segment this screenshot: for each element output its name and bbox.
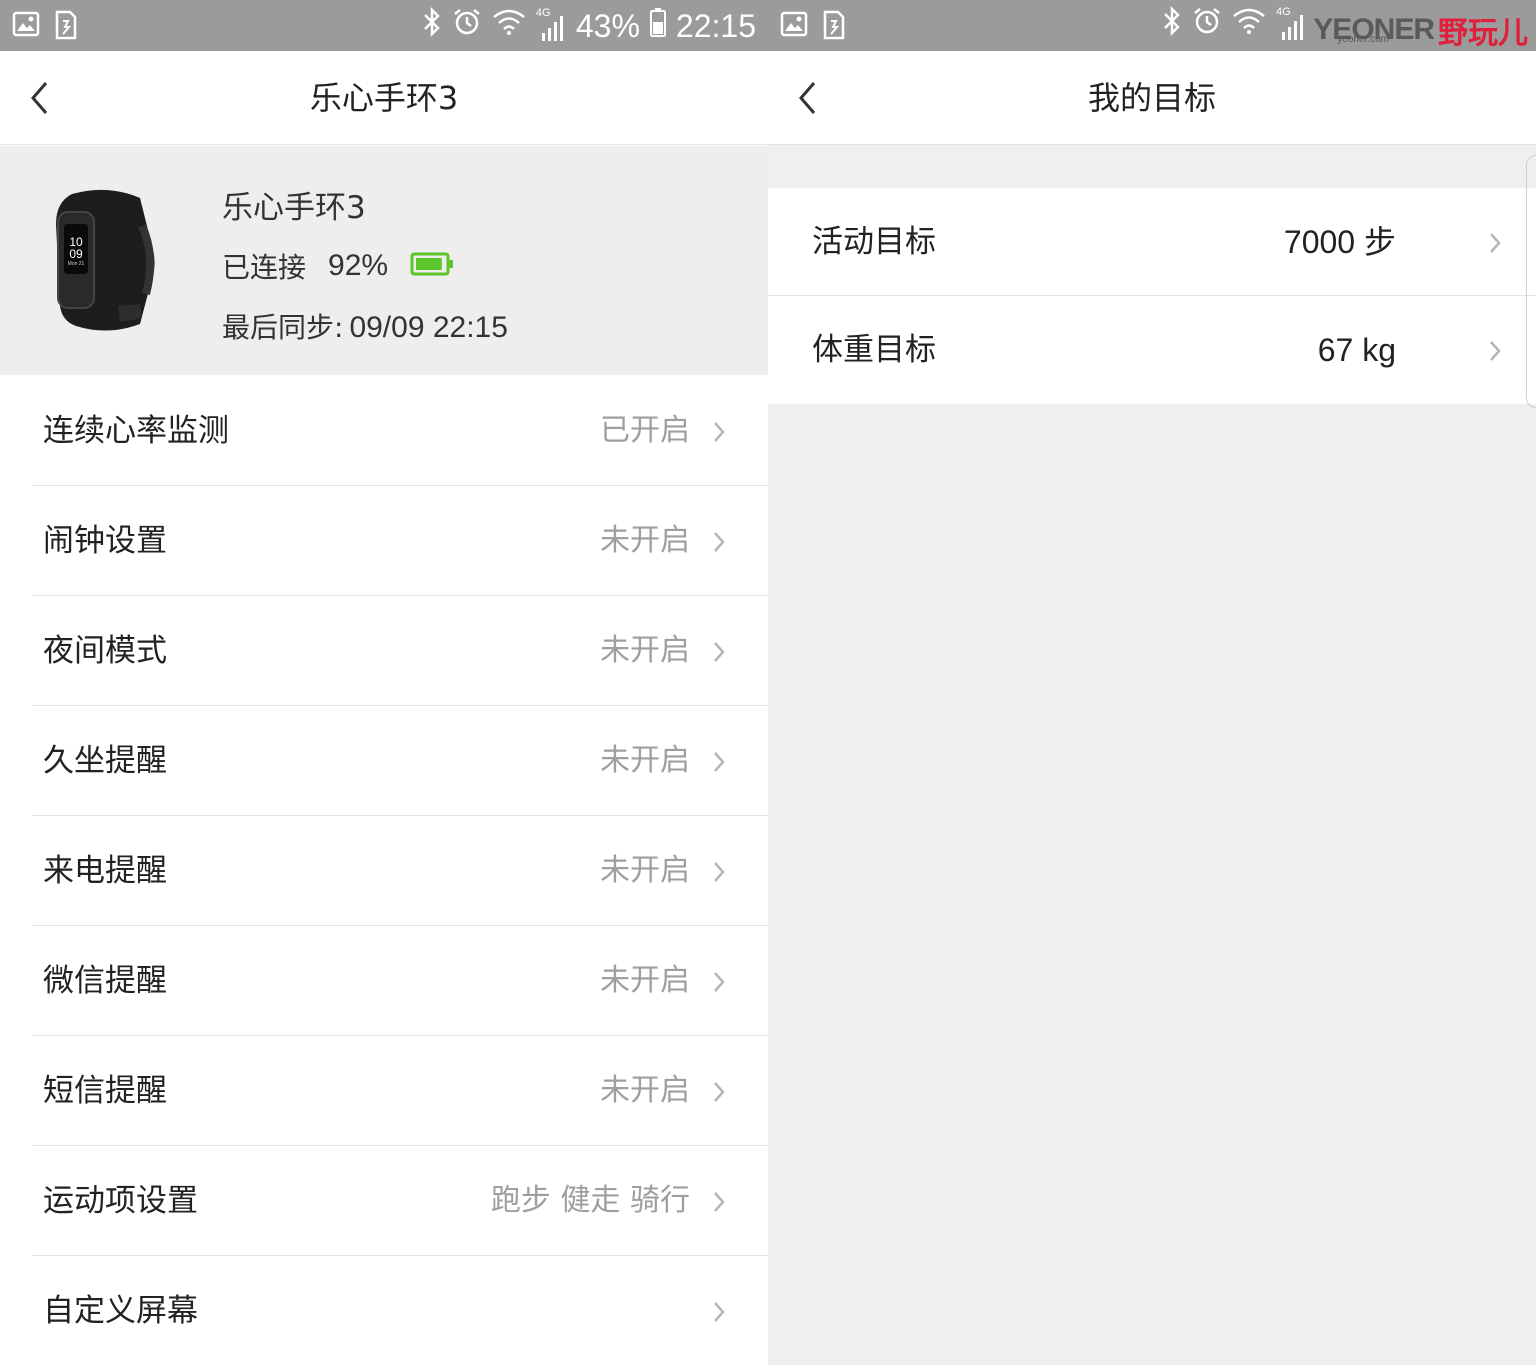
status-bar: 4G YEONER yeoner.com 野玩儿 xyxy=(768,0,1536,51)
signal-4g-icon: 4G xyxy=(536,7,566,43)
bluetooth-icon xyxy=(1162,5,1182,44)
setting-label: 久坐提醒 xyxy=(43,743,167,779)
watermark-domain: yeoner.com xyxy=(1337,34,1389,45)
watermark-chinese: 野玩儿 xyxy=(1438,16,1528,51)
battery-icon xyxy=(649,7,666,45)
setting-label: 运动项设置 xyxy=(43,1183,198,1219)
alarm-icon xyxy=(1192,6,1222,44)
chevron-right-icon xyxy=(714,972,725,992)
setting-label: 闹钟设置 xyxy=(43,523,167,559)
chevron-right-icon xyxy=(714,1302,725,1322)
settings-list: 连续心率监测 已开启 闹钟设置 未开启 夜间模式 未开启 久坐提醒 未开启 来电… xyxy=(0,376,768,1365)
setting-custom-screen[interactable]: 自定义屏幕 xyxy=(32,1256,768,1365)
sim-card-icon xyxy=(54,10,78,44)
setting-value: 未开启 xyxy=(600,633,690,668)
setting-sport-items[interactable]: 运动项设置 跑步 健走 骑行 xyxy=(32,1146,768,1256)
goal-weight[interactable]: 体重目标 67 kg xyxy=(768,296,1536,404)
clock: 22:15 xyxy=(675,8,756,44)
chevron-right-icon xyxy=(714,752,725,772)
setting-value: 未开启 xyxy=(600,1073,690,1108)
chevron-right-icon xyxy=(714,1082,725,1102)
wifi-icon xyxy=(1232,7,1266,43)
goal-value: 67 kg xyxy=(1317,332,1396,368)
band-screen-date: Mon 21 xyxy=(67,261,85,267)
band-screen-minute: 09 xyxy=(69,247,83,261)
page-title: 乐心手环3 xyxy=(309,79,459,117)
setting-label: 微信提醒 xyxy=(43,963,167,999)
battery-percent: 43% xyxy=(575,8,640,44)
band-image: 10 09 Mon 21 xyxy=(48,186,160,336)
chevron-right-icon xyxy=(714,642,725,662)
my-goals-screen: 4G YEONER yeoner.com 野玩儿 我的目标 活动目标 7000 … xyxy=(768,0,1536,1365)
device-battery-percent: 92% xyxy=(328,249,389,282)
setting-call-reminder[interactable]: 来电提醒 未开启 xyxy=(32,816,768,926)
setting-heart-rate[interactable]: 连续心率监测 已开启 xyxy=(32,376,768,486)
alarm-icon xyxy=(452,7,482,45)
gallery-icon xyxy=(12,10,40,44)
battery-level-icon xyxy=(410,250,454,283)
goal-label: 体重目标 xyxy=(812,332,936,368)
status-bar: 4G 43% 22:15 xyxy=(0,0,768,51)
connection-status: 已连接 xyxy=(222,251,307,284)
goals-list: 活动目标 7000 步 体重目标 67 kg xyxy=(768,188,1536,404)
chevron-right-icon xyxy=(1490,233,1501,253)
page-title: 我的目标 xyxy=(1087,79,1216,117)
setting-value: 未开启 xyxy=(600,963,690,998)
sync-label: 最后同步: xyxy=(222,311,344,344)
setting-label: 短信提醒 xyxy=(43,1073,167,1109)
edge-shadow xyxy=(1526,155,1536,408)
chevron-right-icon xyxy=(714,862,725,882)
goal-label: 活动目标 xyxy=(812,224,936,260)
signal-4g-icon: 4G xyxy=(1276,6,1306,42)
gallery-icon xyxy=(780,10,808,44)
app-bar: 我的目标 xyxy=(768,51,1536,145)
watermark: YEONER yeoner.com 野玩儿 xyxy=(1313,8,1528,52)
wifi-icon xyxy=(492,8,526,44)
last-sync: 最后同步: 09/09 22:15 xyxy=(222,306,508,346)
chevron-right-icon xyxy=(714,532,725,552)
bluetooth-icon xyxy=(422,6,442,45)
setting-value: 跑步 健走 骑行 xyxy=(490,1183,690,1218)
setting-value: 未开启 xyxy=(600,853,690,888)
setting-sms-reminder[interactable]: 短信提醒 未开启 xyxy=(32,1036,768,1146)
setting-value: 未开启 xyxy=(600,523,690,558)
setting-label: 连续心率监测 xyxy=(43,413,229,449)
band-settings-screen: 4G 43% 22:15 乐心手环3 10 09 Mon 21 乐心手环3 已连… xyxy=(0,0,768,1365)
app-bar: 乐心手环3 xyxy=(0,51,768,145)
setting-alarm[interactable]: 闹钟设置 未开启 xyxy=(32,486,768,596)
chevron-right-icon xyxy=(1490,341,1501,361)
setting-value: 已开启 xyxy=(600,413,690,448)
setting-label: 自定义屏幕 xyxy=(43,1293,198,1329)
device-status: 已连接 92% xyxy=(222,246,454,286)
setting-night-mode[interactable]: 夜间模式 未开启 xyxy=(32,596,768,706)
sync-time: 09/09 22:15 xyxy=(349,311,508,344)
sim-card-icon xyxy=(822,10,846,44)
setting-label: 来电提醒 xyxy=(43,853,167,889)
device-name: 乐心手环3 xyxy=(222,190,366,226)
setting-wechat-reminder[interactable]: 微信提醒 未开启 xyxy=(32,926,768,1036)
setting-sedentary-reminder[interactable]: 久坐提醒 未开启 xyxy=(32,706,768,816)
chevron-right-icon xyxy=(714,1192,725,1212)
goal-activity[interactable]: 活动目标 7000 步 xyxy=(768,188,1536,296)
chevron-right-icon xyxy=(714,422,725,442)
goal-value: 7000 步 xyxy=(1283,224,1396,260)
setting-value: 未开启 xyxy=(600,743,690,778)
device-card[interactable]: 10 09 Mon 21 乐心手环3 已连接 92% 最后同步: 09/09 22… xyxy=(0,146,768,375)
setting-label: 夜间模式 xyxy=(43,633,167,669)
